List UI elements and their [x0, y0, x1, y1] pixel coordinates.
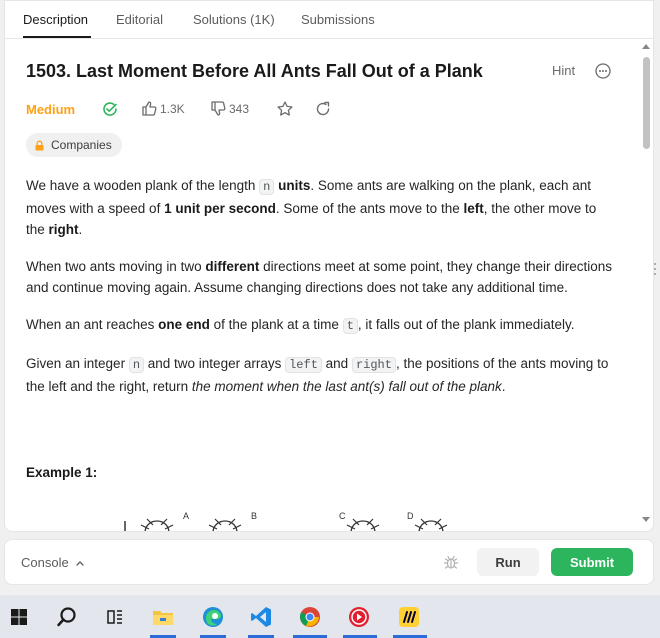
ant-label-c: C [339, 511, 346, 521]
file-explorer-icon[interactable] [148, 602, 178, 632]
bold-text: right [48, 222, 79, 237]
ant-d: D [407, 511, 448, 531]
chevron-up-icon [76, 560, 84, 566]
example-diagram: A B C D [124, 511, 448, 531]
scroll-down-arrow-icon[interactable] [642, 517, 650, 522]
run-button[interactable]: Run [477, 548, 539, 576]
difficulty-badge: Medium [26, 101, 76, 117]
scroll-up-arrow-icon[interactable] [642, 44, 650, 49]
vscode-icon[interactable] [246, 602, 276, 632]
chrome-icon[interactable] [295, 602, 325, 632]
text: . Some of the ants move to the [275, 201, 464, 216]
companies-label: Companies [51, 138, 112, 152]
windows-start-icon[interactable] [4, 602, 34, 632]
dislikes-count: 343 [229, 102, 250, 116]
media-player-icon[interactable] [344, 602, 374, 632]
description-paragraph: We have a wooden plank of the length n u… [26, 175, 616, 240]
example-title: Example 1: [26, 465, 98, 480]
share-icon[interactable] [314, 100, 332, 118]
console-toggle[interactable]: Console [21, 555, 85, 570]
lock-icon [35, 140, 44, 150]
windows-taskbar [0, 595, 660, 638]
ant-b: B [208, 511, 257, 531]
panel-resize-handle-icon[interactable] [652, 262, 658, 276]
text: When two ants moving in two [26, 259, 206, 274]
ant-label-d: D [407, 511, 414, 521]
text: and [321, 356, 352, 371]
ant-label-b: B [251, 511, 257, 521]
bold-text: units [274, 178, 311, 193]
tab-solutions[interactable]: Solutions (1K) [193, 12, 275, 27]
favorite-star-icon[interactable] [276, 100, 294, 118]
problem-description: We have a wooden plank of the length n u… [26, 175, 616, 413]
inline-code: right [351, 357, 396, 373]
description-paragraph: Given an integer n and two integer array… [26, 353, 616, 397]
inline-code: n [259, 179, 275, 195]
text: . [501, 379, 506, 394]
page-title: 1503. Last Moment Before All Ants Fall O… [26, 61, 483, 81]
text: and two integer arrays [144, 356, 286, 371]
companies-tag[interactable]: Companies [26, 133, 122, 157]
ant-label-a: A [183, 511, 189, 521]
active-tab-indicator [23, 36, 91, 38]
description-paragraph: When two ants moving in two different di… [26, 256, 616, 298]
task-view-icon[interactable] [100, 602, 130, 632]
scrollbar[interactable] [639, 39, 653, 531]
text: of the plank at a time [209, 317, 343, 332]
text: We have a wooden plank of the length [26, 178, 260, 193]
tab-editorial[interactable]: Editorial [116, 12, 163, 27]
ant-c: C [339, 511, 380, 531]
tab-submissions[interactable]: Submissions [301, 12, 375, 27]
solved-check-icon [103, 102, 117, 116]
text: . [78, 222, 83, 237]
bold-text: one end [158, 317, 210, 332]
edge-icon[interactable] [198, 602, 228, 632]
hint-button[interactable]: Hint [552, 63, 575, 78]
description-paragraph: When an ant reaches one end of the plank… [26, 314, 616, 337]
problem-panel: Description Editorial Solutions (1K) Sub… [4, 0, 654, 532]
text: , it falls out of the plank immediately. [357, 317, 575, 332]
scroll-thumb[interactable] [643, 57, 650, 149]
search-icon[interactable] [52, 602, 82, 632]
text: When an ant reaches [26, 317, 159, 332]
likes-count: 1.3K [160, 102, 185, 116]
inline-code: n [128, 357, 145, 373]
console-label: Console [21, 555, 69, 570]
submit-button[interactable]: Submit [551, 548, 633, 576]
more-options-icon[interactable] [595, 63, 611, 79]
miro-icon[interactable] [394, 602, 424, 632]
bold-text: different [205, 259, 260, 274]
tab-bar: Description Editorial Solutions (1K) Sub… [5, 1, 653, 39]
bold-text: left [463, 201, 484, 216]
thumbs-down-icon[interactable] [210, 100, 227, 117]
inline-code: left [285, 357, 322, 373]
thumbs-up-icon[interactable] [141, 100, 158, 117]
inline-code: t [342, 318, 358, 334]
console-bar: Console Run Submit [4, 539, 654, 585]
ant-a: A [140, 511, 189, 531]
description-content: 1503. Last Moment Before All Ants Fall O… [5, 39, 639, 531]
debug-bug-icon[interactable] [443, 554, 459, 570]
tab-description[interactable]: Description [23, 12, 88, 27]
italic-text: the moment when the last ant(s) fall out… [191, 379, 502, 394]
bold-text: 1 unit per second [164, 201, 276, 216]
text: Given an integer [26, 356, 129, 371]
